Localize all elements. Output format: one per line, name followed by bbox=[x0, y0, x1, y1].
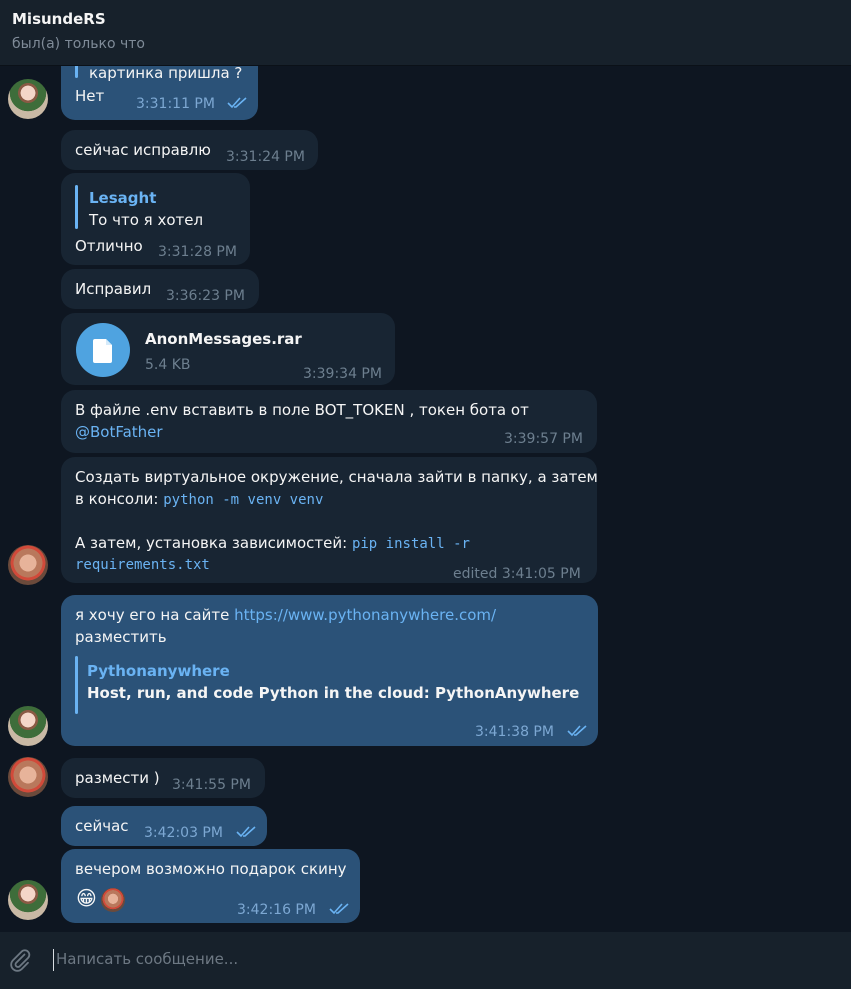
code-snippet[interactable]: pip install -r bbox=[352, 536, 470, 552]
double-check-icon bbox=[227, 97, 247, 109]
link-preview[interactable]: Pythonanywhere Host, run, and code Pytho… bbox=[75, 656, 579, 714]
double-check-icon bbox=[329, 903, 349, 915]
code-snippet[interactable]: python -m venv venv bbox=[163, 492, 323, 508]
sticker-monkey-icon bbox=[101, 888, 125, 912]
message-text: Создать виртуальное окружение, сначала з… bbox=[75, 468, 598, 486]
message-time: 3:36:23 PM bbox=[166, 288, 245, 304]
preview-bar bbox=[75, 656, 78, 714]
website-link[interactable]: https://www.pythonanywhere.com/ bbox=[234, 606, 496, 624]
message-time: 3:31:28 PM bbox=[158, 244, 237, 260]
reply-quote-text: картинка пришла ? bbox=[89, 66, 243, 82]
avatar[interactable] bbox=[8, 79, 48, 119]
message-text: разместить bbox=[75, 628, 167, 646]
code-snippet[interactable]: requirements.txt bbox=[75, 554, 210, 576]
reply-author[interactable]: Lesaght bbox=[89, 187, 156, 209]
contact-status: был(а) только что bbox=[12, 36, 145, 52]
message-bubble[interactable]: сейчас исправлю 3:31:24 PM bbox=[61, 130, 318, 170]
message-time: 3:39:57 PM bbox=[504, 431, 583, 447]
message-bubble[interactable]: размести ) 3:41:55 PM bbox=[61, 758, 265, 798]
contact-name[interactable]: MisundeRS bbox=[12, 10, 106, 28]
paperclip-icon[interactable] bbox=[8, 948, 32, 972]
message-time: 3:41:38 PM bbox=[475, 724, 554, 740]
reply-bar bbox=[75, 185, 78, 229]
avatar[interactable] bbox=[8, 545, 48, 585]
message-time: 3:42:16 PM bbox=[237, 902, 316, 918]
double-check-icon bbox=[567, 725, 587, 737]
avatar[interactable] bbox=[8, 880, 48, 920]
reply-bar bbox=[75, 66, 78, 78]
message-text: вечером возможно подарок скину bbox=[75, 860, 347, 878]
message-text-line: в консоли: python -m venv venv bbox=[75, 488, 323, 511]
file-message[interactable]: AnonMessages.rar 5.4 KB 3:39:34 PM bbox=[61, 313, 395, 385]
avatar[interactable] bbox=[8, 757, 48, 797]
double-check-icon bbox=[236, 826, 256, 838]
text-caret bbox=[53, 949, 54, 971]
message-text: сейчас исправлю bbox=[75, 141, 211, 159]
file-name[interactable]: AnonMessages.rar bbox=[145, 328, 302, 350]
message-time: 3:31:11 PM bbox=[136, 96, 215, 112]
message-text-line: я хочу его на сайте https://www.pythonan… bbox=[75, 604, 496, 626]
message-bubble[interactable]: сейчас 3:42:03 PM bbox=[61, 806, 267, 846]
message-input[interactable]: Написать сообщение... bbox=[56, 950, 238, 968]
message-bubble[interactable]: Lesaght То что я хотел Отлично 3:31:28 P… bbox=[61, 173, 250, 265]
message-text: размести ) bbox=[75, 769, 160, 787]
message-text-line: А затем, установка зависимостей: pip ins… bbox=[75, 532, 470, 555]
message-text: сейчас bbox=[75, 817, 129, 835]
message-bubble[interactable]: вечером возможно подарок скину 😁 3:42:16… bbox=[61, 849, 360, 923]
message-time: 3:31:24 PM bbox=[226, 149, 305, 165]
message-time: 3:41:55 PM bbox=[172, 777, 251, 793]
reply-text: То что я хотел bbox=[89, 211, 204, 229]
message-bubble[interactable]: я хочу его на сайте https://www.pythonan… bbox=[61, 595, 598, 746]
message-time: 3:39:34 PM bbox=[303, 366, 382, 382]
avatar[interactable] bbox=[8, 706, 48, 746]
message-text: Нет bbox=[75, 87, 105, 105]
file-size: 5.4 KB bbox=[145, 357, 191, 373]
message-bubble[interactable]: Создать виртуальное окружение, сначала з… bbox=[61, 457, 598, 583]
emoji: 😁 bbox=[76, 886, 97, 910]
document-icon[interactable] bbox=[76, 323, 130, 377]
message-time: 3:42:03 PM bbox=[144, 825, 223, 841]
message-composer[interactable]: Написать сообщение... bbox=[0, 932, 851, 989]
message-text: в консоли: bbox=[75, 490, 164, 508]
chat-header[interactable]: MisundeRS был(а) только что bbox=[0, 0, 851, 66]
message-text: А затем, установка зависимостей: bbox=[75, 534, 352, 552]
preview-site-name: Pythonanywhere bbox=[87, 662, 230, 680]
message-text: В файле .env вставить в поле BOT_TOKEN ,… bbox=[75, 401, 529, 419]
message-text: Отлично bbox=[75, 237, 143, 255]
message-time: edited 3:41:05 PM bbox=[453, 566, 581, 582]
message-bubble[interactable]: картинка пришла ? Нет 3:31:11 PM bbox=[61, 66, 258, 120]
message-bubble[interactable]: В файле .env вставить в поле BOT_TOKEN ,… bbox=[61, 390, 597, 453]
message-text: я хочу его на сайте bbox=[75, 606, 235, 624]
preview-title: Host, run, and code Python in the cloud:… bbox=[87, 684, 580, 702]
message-list[interactable]: картинка пришла ? Нет 3:31:11 PM сейчас … bbox=[0, 66, 851, 932]
bot-mention-link[interactable]: @BotFather bbox=[75, 421, 163, 443]
message-bubble[interactable]: Исправил 3:36:23 PM bbox=[61, 269, 259, 309]
message-text: Исправил bbox=[75, 280, 152, 298]
